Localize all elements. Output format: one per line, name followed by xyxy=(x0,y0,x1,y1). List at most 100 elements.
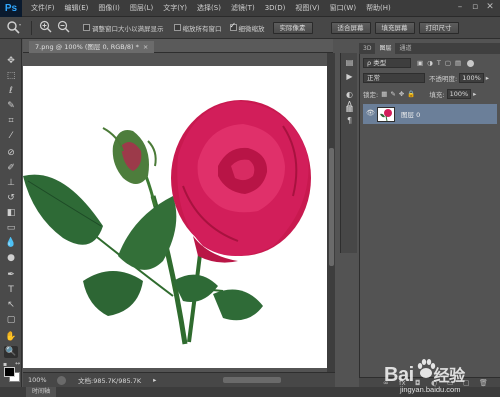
filter-adjust-icon[interactable]: ◑ xyxy=(427,59,433,67)
pen-tool-icon[interactable]: ✒ xyxy=(4,269,18,281)
filter-toggle-icon[interactable] xyxy=(467,59,475,67)
layer-thumbnail xyxy=(377,106,395,122)
menu-edit[interactable]: 编辑(E) xyxy=(60,3,94,13)
lock-all-icon[interactable]: 🔒 xyxy=(407,90,415,98)
opacity-arrow-icon[interactable]: ▸ xyxy=(486,74,489,82)
timeline-tab[interactable]: 时间轴 xyxy=(26,387,57,397)
menu-layer[interactable]: 图层(L) xyxy=(125,3,158,13)
lock-position-icon[interactable]: ✥ xyxy=(399,90,404,98)
status-menu-icon[interactable] xyxy=(57,375,66,385)
lock-pixels-icon[interactable]: ✎ xyxy=(390,90,395,98)
fill-screen-button[interactable]: 填充屏幕 xyxy=(374,21,415,34)
filter-type-icon[interactable]: T xyxy=(437,59,441,67)
zoom-all-option[interactable]: 缩放所有窗口 xyxy=(173,23,222,33)
lock-transparent-icon[interactable]: ▦ xyxy=(381,90,387,98)
panel-icon-dock: ▤ ▶ ◐ ▦ A ¶ xyxy=(340,53,357,253)
status-arrow-icon[interactable]: ▸ xyxy=(153,376,156,384)
marquee-tool-icon[interactable]: ⬚ xyxy=(4,70,18,82)
status-bar: 100% 文档:985.7K/985.7K ▸ xyxy=(23,372,335,387)
close-icon[interactable]: ✕ xyxy=(484,2,496,13)
menu-image[interactable]: 图像(I) xyxy=(93,3,125,13)
zoom-in-icon[interactable] xyxy=(39,20,53,35)
horizontal-scrollbar-thumb[interactable] xyxy=(223,377,281,383)
brush-tool-icon[interactable]: ✐ xyxy=(4,162,18,174)
menu-3d[interactable]: 3D(D) xyxy=(260,4,291,12)
menu-select[interactable]: 选择(S) xyxy=(192,3,226,13)
close-document-icon[interactable]: × xyxy=(143,43,148,51)
scrubby-zoom-checkbox[interactable] xyxy=(229,21,237,31)
document-tab[interactable]: 7.png @ 100% (图层 0, RGB/8) * × xyxy=(29,41,155,53)
watermark-url: jingyan.baidu.com xyxy=(400,385,461,394)
tab-layers[interactable]: 图层 xyxy=(375,43,396,54)
restore-icon[interactable]: ▫ xyxy=(469,2,481,13)
minimize-icon[interactable]: – xyxy=(454,2,466,13)
actual-pixels-button[interactable]: 实际像素 xyxy=(272,21,313,34)
resize-windows-checkbox[interactable] xyxy=(83,24,90,31)
clone-stamp-tool-icon[interactable]: ⊥ xyxy=(4,177,18,189)
menu-bar: Ps 文件(F) 编辑(E) 图像(I) 图层(L) 文字(Y) 选择(S) 滤… xyxy=(0,0,500,17)
foreground-color-swatch[interactable] xyxy=(4,367,15,377)
gradient-tool-icon[interactable]: ▭ xyxy=(4,222,18,234)
menu-type[interactable]: 文字(Y) xyxy=(158,3,192,13)
eraser-tool-icon[interactable]: ◧ xyxy=(4,207,18,219)
watermark-logo-text: Bai xyxy=(384,364,414,386)
vertical-scrollbar-thumb[interactable] xyxy=(329,148,334,266)
history-brush-tool-icon[interactable]: ↺ xyxy=(4,192,18,204)
document-canvas[interactable] xyxy=(23,66,327,368)
path-select-tool-icon[interactable]: ↖ xyxy=(4,299,18,311)
filter-smart-icon[interactable]: ▤ xyxy=(455,59,461,67)
tab-3d[interactable]: 3D xyxy=(359,43,375,54)
zoom-tool-icon[interactable] xyxy=(6,20,24,36)
print-size-button[interactable]: 打印尺寸 xyxy=(418,21,459,34)
move-tool-icon[interactable]: ✥ xyxy=(4,55,18,67)
fill-input[interactable]: 100% xyxy=(446,89,472,99)
menu-filter[interactable]: 滤镜(T) xyxy=(226,3,260,13)
panel-tabs: 3D 图层 通道 xyxy=(359,43,500,54)
paragraph-panel-icon[interactable]: ¶ xyxy=(344,115,355,126)
watermark-logo-text2: 经验 xyxy=(433,368,466,385)
zoom-tool-icon[interactable]: 🔍 xyxy=(4,346,18,358)
fill-arrow-icon[interactable]: ▸ xyxy=(473,90,476,98)
eyedropper-tool-icon[interactable]: ⁄ xyxy=(4,130,18,142)
blend-mode-select[interactable]: 正常 xyxy=(363,73,425,83)
menu-window[interactable]: 窗口(W) xyxy=(325,3,361,13)
document-title: 7.png @ 100% (图层 0, RGB/8) * xyxy=(35,43,139,51)
zoom-level[interactable]: 100% xyxy=(28,376,54,384)
character-panel-icon[interactable]: A xyxy=(344,99,355,110)
shape-tool-icon[interactable]: ▢ xyxy=(4,314,18,326)
layer-filter-select[interactable]: ρ 类型 xyxy=(363,58,411,68)
dodge-tool-icon[interactable]: ● xyxy=(4,252,18,264)
layer-filter-row: ρ 类型 ▣ ◑ T ▢ ▤ xyxy=(363,58,475,68)
lock-label: 锁定: xyxy=(363,91,379,99)
filter-pixel-icon[interactable]: ▣ xyxy=(417,59,423,67)
history-panel-icon[interactable]: ▤ xyxy=(344,57,355,68)
visibility-eye-icon[interactable]: 👁 xyxy=(366,109,375,117)
layer-name: 图层 0 xyxy=(401,111,421,119)
actions-panel-icon[interactable]: ▶ xyxy=(344,71,355,82)
scrubby-zoom-option[interactable]: 细微缩放 xyxy=(229,21,265,33)
fit-screen-button[interactable]: 适合屏幕 xyxy=(330,21,371,34)
filter-shape-icon[interactable]: ▢ xyxy=(445,59,451,67)
quick-select-tool-icon[interactable]: ✎ xyxy=(4,100,18,112)
blur-tool-icon[interactable]: 💧 xyxy=(4,237,18,249)
options-bar: 调整窗口大小以满屏显示 缩放所有窗口 细微缩放 实际像素 适合屏幕 填充屏幕 打… xyxy=(0,17,500,39)
document-info: 文档:985.7K/985.7K xyxy=(78,377,142,385)
hand-tool-icon[interactable]: ✋ xyxy=(4,331,18,343)
crop-tool-icon[interactable]: ⌗ xyxy=(4,115,18,127)
tab-channels[interactable]: 通道 xyxy=(395,43,415,54)
menu-help[interactable]: 帮助(H) xyxy=(361,3,396,13)
zoom-all-checkbox[interactable] xyxy=(173,24,181,31)
resize-windows-option[interactable]: 调整窗口大小以满屏显示 xyxy=(83,23,164,33)
trash-icon[interactable]: 🗑 xyxy=(479,379,488,387)
type-tool-icon[interactable]: T xyxy=(4,284,18,296)
menu-view[interactable]: 视图(V) xyxy=(290,3,324,13)
opacity-input[interactable]: 100% xyxy=(459,73,484,83)
zoom-out-icon[interactable] xyxy=(57,20,71,35)
photoshop-logo: Ps xyxy=(0,0,22,17)
lasso-tool-icon[interactable]: ℓ xyxy=(4,85,18,97)
menu-file[interactable]: 文件(F) xyxy=(26,3,60,13)
swap-colors-icon[interactable]: ↔ xyxy=(15,360,20,367)
rose-image xyxy=(23,100,311,345)
layer-row[interactable]: 👁 图层 0 xyxy=(363,104,497,124)
healing-brush-tool-icon[interactable]: ⊘ xyxy=(4,147,18,159)
